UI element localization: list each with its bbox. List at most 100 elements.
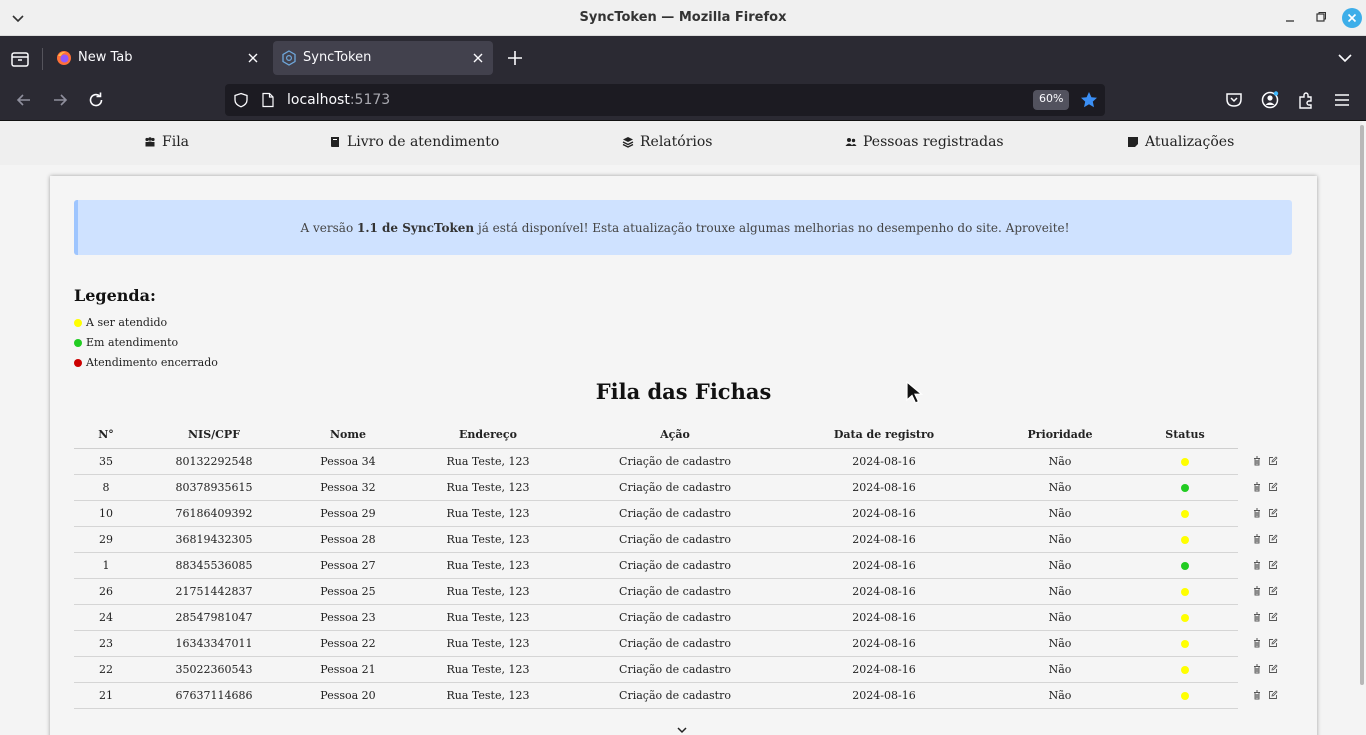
page-info-icon[interactable]: [261, 92, 275, 108]
nav-item-relatorios[interactable]: Relatórios: [622, 134, 713, 150]
cell-acao: Criação de cadastro: [570, 474, 780, 501]
forward-icon[interactable]: [50, 90, 70, 110]
tracking-protection-icon[interactable]: [233, 92, 249, 108]
trash-icon[interactable]: [1252, 638, 1262, 648]
nav-item-livro[interactable]: Livro de atendimento: [329, 134, 499, 150]
trash-icon[interactable]: [1252, 690, 1262, 700]
edit-icon[interactable]: [1268, 664, 1278, 674]
edit-icon[interactable]: [1268, 690, 1278, 700]
edit-icon[interactable]: [1268, 456, 1278, 466]
cell-nis: 36819432305: [138, 526, 290, 553]
trash-icon[interactable]: [1252, 534, 1262, 544]
back-icon[interactable]: [14, 90, 34, 110]
url-text[interactable]: localhost:5173: [287, 92, 390, 108]
close-tab-icon[interactable]: [471, 51, 485, 65]
alert-text: A versão 1.1 de SyncToken já está dispon…: [300, 220, 1070, 235]
cell-status: [1132, 604, 1238, 631]
legend-title: Legenda:: [74, 286, 156, 305]
bookmark-star-icon[interactable]: [1079, 90, 1099, 110]
cell-data: 2024-08-16: [780, 448, 988, 475]
cell-nome: Pessoa 20: [290, 682, 406, 709]
tab-new-tab[interactable]: New Tab: [48, 41, 268, 75]
cell-nome: Pessoa 22: [290, 630, 406, 657]
cell-endereco: Rua Teste, 123: [406, 656, 570, 683]
trash-icon[interactable]: [1252, 664, 1262, 674]
firefox-view-icon[interactable]: [10, 50, 30, 68]
minimize-icon[interactable]: [1281, 9, 1299, 27]
edit-icon[interactable]: [1268, 638, 1278, 648]
pocket-icon[interactable]: [1224, 90, 1244, 110]
nav-item-fila[interactable]: Fila: [144, 134, 189, 150]
cell-acao: Criação de cadastro: [570, 656, 780, 683]
edit-icon[interactable]: [1268, 482, 1278, 492]
table-row: 29 36819432305 Pessoa 28 Rua Teste, 123 Cria…: [74, 526, 1238, 553]
cell-prioridade: Não: [988, 630, 1132, 657]
edit-icon[interactable]: [1268, 508, 1278, 518]
close-tab-icon[interactable]: [246, 51, 260, 65]
edit-icon[interactable]: [1268, 560, 1278, 570]
cell-n: 24: [74, 604, 138, 631]
column-header: Data de registro: [780, 422, 988, 449]
trash-icon[interactable]: [1252, 482, 1262, 492]
url-port: :5173: [349, 92, 391, 108]
queue-table-body: 35 80132292548 Pessoa 34 Rua Teste, 123 Cria…: [74, 448, 1238, 709]
trash-icon[interactable]: [1252, 612, 1262, 622]
cell-nis: 76186409392: [138, 500, 290, 527]
trash-icon[interactable]: [1252, 586, 1262, 596]
cell-n: 29: [74, 526, 138, 553]
cell-n: 21: [74, 682, 138, 709]
edit-icon[interactable]: [1268, 586, 1278, 596]
edit-icon[interactable]: [1268, 534, 1278, 544]
reload-icon[interactable]: [86, 90, 106, 110]
cell-n: 23: [74, 630, 138, 657]
cell-n: 8: [74, 474, 138, 501]
cell-nome: Pessoa 25: [290, 578, 406, 605]
cell-prioridade: Não: [988, 552, 1132, 579]
users-icon: [845, 138, 857, 146]
cell-acao: Criação de cadastro: [570, 526, 780, 553]
cell-nis: 80378935615: [138, 474, 290, 501]
cell-n: 1: [74, 552, 138, 579]
address-bar[interactable]: localhost:5173 60%: [225, 84, 1105, 116]
nav-item-pessoas[interactable]: Pessoas registradas: [845, 134, 1004, 150]
cell-nis: 88345536085: [138, 552, 290, 579]
cell-nome: Pessoa 27: [290, 552, 406, 579]
zoom-indicator[interactable]: 60%: [1033, 90, 1070, 110]
extensions-icon[interactable]: [1296, 90, 1316, 110]
url-host: localhost: [287, 92, 350, 108]
row-actions: [1252, 586, 1278, 596]
legend-label: Em atendimento: [86, 336, 179, 349]
trash-icon[interactable]: [1252, 560, 1262, 570]
cell-data: 2024-08-16: [780, 578, 988, 605]
row-actions: [1252, 612, 1278, 622]
row-actions: [1252, 690, 1278, 700]
edit-icon[interactable]: [1268, 612, 1278, 622]
cell-endereco: Rua Teste, 123: [406, 682, 570, 709]
trash-icon[interactable]: [1252, 456, 1262, 466]
table-row: 21 67637114686 Pessoa 20 Rua Teste, 123 Cria…: [74, 682, 1238, 709]
chevron-down-icon[interactable]: [676, 725, 688, 735]
nav-item-atualizacoes[interactable]: Atualizações: [1127, 134, 1234, 150]
table-row: 23 16343347011 Pessoa 22 Rua Teste, 123 Cria…: [74, 630, 1238, 657]
cell-status: [1132, 552, 1238, 579]
tab-synctoken[interactable]: SyncToken: [273, 41, 493, 75]
column-header: Status: [1132, 422, 1238, 449]
close-window-icon[interactable]: [1342, 8, 1362, 28]
cell-data: 2024-08-16: [780, 500, 988, 527]
status-dot: [1181, 587, 1189, 596]
trash-icon[interactable]: [1252, 508, 1262, 518]
cell-n: 10: [74, 500, 138, 527]
cell-endereco: Rua Teste, 123: [406, 604, 570, 631]
cell-prioridade: Não: [988, 500, 1132, 527]
legend-item-in-service: Em atendimento: [74, 336, 178, 349]
cell-nome: Pessoa 21: [290, 656, 406, 683]
maximize-icon[interactable]: [1311, 9, 1329, 27]
cell-status: [1132, 656, 1238, 683]
list-all-tabs-icon[interactable]: [1336, 50, 1354, 66]
cell-status: [1132, 526, 1238, 553]
new-tab-icon[interactable]: [505, 48, 525, 68]
legend-dot: [74, 318, 82, 327]
hamburger-menu-icon[interactable]: [1332, 90, 1352, 110]
page-scrollbar[interactable]: [1360, 125, 1364, 685]
account-icon[interactable]: [1260, 90, 1280, 110]
